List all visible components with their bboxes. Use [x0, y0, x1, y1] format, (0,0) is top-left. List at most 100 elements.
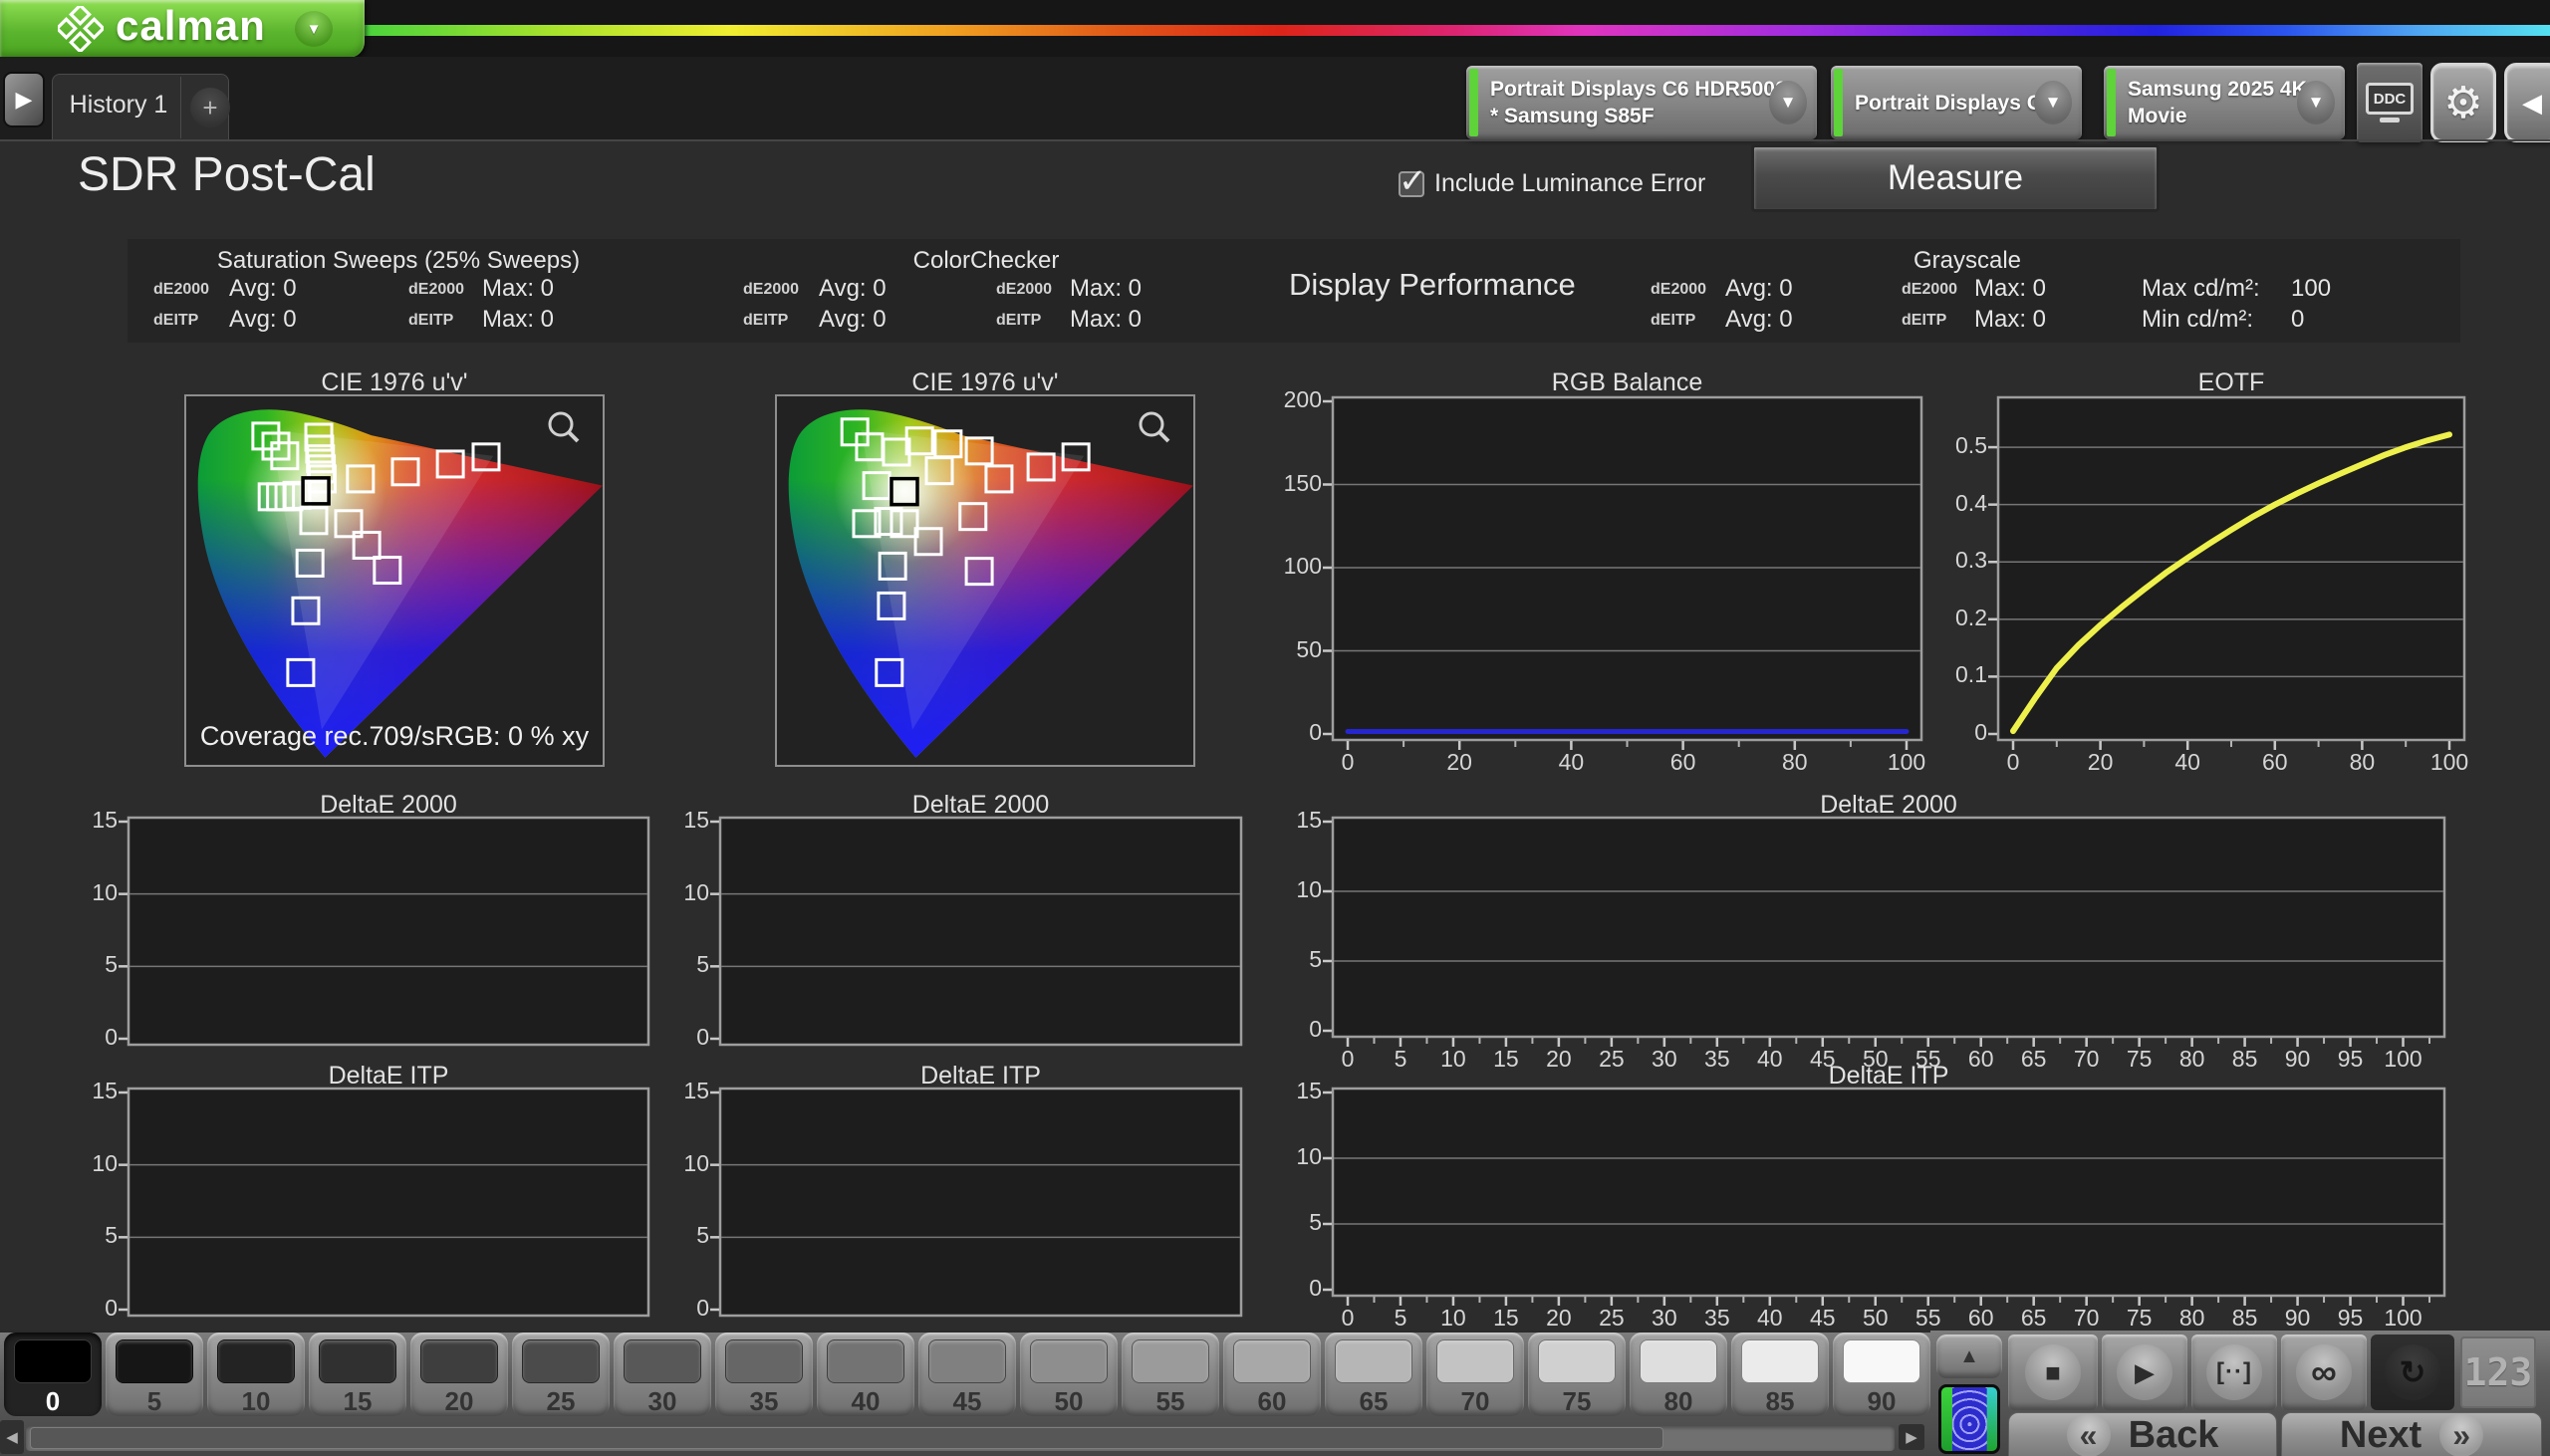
next-button[interactable]: Next » [2281, 1412, 2542, 1456]
grayscale-patch-25[interactable]: 25 [512, 1333, 610, 1416]
measure-button[interactable]: Measure [1751, 144, 2160, 212]
ddc-control-button[interactable]: DDC [2357, 63, 2422, 142]
axis-label: 60 [2240, 749, 2310, 776]
metric-label: dE2000 [408, 281, 464, 299]
axis-label: 0 [1238, 1016, 1322, 1043]
cie-1976-chart-colorchecker[interactable] [775, 394, 1195, 767]
play-icon: ▶ [2135, 1357, 2155, 1388]
grayscale-patch-55[interactable]: 55 [1122, 1333, 1219, 1416]
back-label: Back [2129, 1414, 2219, 1456]
infinity-icon: ∞ [2311, 1351, 2337, 1393]
patch-label: 70 [1426, 1386, 1524, 1417]
loop-icon: ↻ [2400, 1353, 2426, 1391]
axis-label: 40 [1536, 749, 1606, 776]
patch-swatch [1030, 1339, 1108, 1383]
grayscale-patch-20[interactable]: 20 [410, 1333, 508, 1416]
axis-label: 100 [1872, 749, 1941, 776]
metric-label: dE2000 [1651, 281, 1706, 299]
chevron-down-icon[interactable]: ▼ [295, 11, 333, 47]
cie-1976-chart-saturation[interactable] [184, 394, 605, 767]
metric-label: dEITP [153, 312, 198, 330]
chevron-down-icon[interactable]: ▼ [2297, 81, 2335, 124]
scroll-right-button[interactable]: ▶ [1899, 1424, 1924, 1450]
deitp-chart-saturation [128, 1088, 649, 1317]
axis-label: 10 [1238, 876, 1322, 903]
grayscale-patch-80[interactable]: 80 [1630, 1333, 1727, 1416]
back-button[interactable]: « Back [2008, 1412, 2277, 1456]
grayscale-patch-30[interactable]: 30 [614, 1333, 711, 1416]
include-luminance-checkbox[interactable]: ✓ [1399, 171, 1424, 197]
metric-label: dE2000 [153, 281, 209, 299]
grayscale-patch-10[interactable]: 10 [207, 1333, 305, 1416]
add-tab-button[interactable]: + [190, 88, 230, 127]
history-nav-button[interactable]: ▶ [3, 72, 45, 127]
patch-swatch [1132, 1339, 1209, 1383]
eotf-chart [1997, 396, 2465, 741]
patch-label: 5 [106, 1386, 203, 1417]
patch-swatch [420, 1339, 498, 1383]
metric-label: dEITP [1902, 312, 1946, 330]
meter-dropdown-primary[interactable]: Portrait Displays C6 HDR5000 * Samsung S… [1466, 66, 1817, 139]
grayscale-patch-90[interactable]: 90 [1833, 1333, 1930, 1416]
grayscale-patch-50[interactable]: 50 [1020, 1333, 1118, 1416]
pattern-counter: 123 [2460, 1336, 2536, 1408]
tab-history-1[interactable]: History 1 [65, 91, 172, 120]
axis-label: 5 [626, 951, 709, 978]
grayscale-patch-70[interactable]: 70 [1426, 1333, 1524, 1416]
max-luminance-value: 100 [2291, 275, 2331, 303]
patch-swatch [725, 1339, 803, 1383]
source-dropdown[interactable]: Samsung 2025 4K Movie ▼ [2104, 66, 2345, 139]
patch-label: 0 [4, 1386, 102, 1417]
de2000-chart-colorchecker [719, 817, 1242, 1046]
axis-label: 15 [1238, 807, 1322, 834]
meter-dropdown-secondary[interactable]: Portrait Displays G1 ▼ [1831, 66, 2082, 139]
loop-mode-button[interactable]: ↻ [2371, 1335, 2454, 1410]
chart-title-cie-saturation: CIE 1976 u'v' [184, 368, 605, 397]
step-range-button[interactable]: [··] [2191, 1335, 2277, 1410]
stat-value: Avg: 0 [819, 275, 887, 303]
tab-divider [180, 77, 181, 138]
play-button[interactable]: ▶ [2102, 1335, 2187, 1410]
axis-label: 15 [626, 807, 709, 834]
settings-button[interactable]: ⚙ [2430, 63, 2496, 142]
rgb-balance-chart [1332, 396, 1922, 741]
display-performance-label: Display Performance [1289, 267, 1576, 303]
axis-label: 0 [1904, 719, 1987, 746]
collapse-panel-button[interactable]: ◀ [2504, 63, 2550, 142]
axis-label: 150 [1238, 470, 1322, 497]
axis-label: 5 [34, 1222, 118, 1249]
axis-label: 100 [2415, 749, 2484, 776]
grayscale-patch-60[interactable]: 60 [1223, 1333, 1321, 1416]
stat-value: Avg: 0 [229, 306, 297, 334]
max-luminance-label: Max cd/m²: [2142, 275, 2260, 303]
grayscale-patch-45[interactable]: 45 [918, 1333, 1016, 1416]
chart-title-de2000: DeltaE 2000 [719, 791, 1242, 820]
scroll-left-button[interactable]: ◀ [0, 1420, 24, 1454]
chevron-down-icon[interactable]: ▼ [1769, 81, 1807, 124]
chevron-up-icon: ▲ [1959, 1345, 1979, 1368]
axis-label: 5 [34, 951, 118, 978]
patch-label: 35 [715, 1386, 813, 1417]
min-luminance-label: Min cd/m²: [2142, 306, 2253, 334]
patch-scrollbar-thumb[interactable] [30, 1427, 1663, 1449]
grayscale-patch-0[interactable]: 0 [4, 1333, 102, 1416]
chevron-down-icon[interactable]: ▼ [2034, 81, 2072, 124]
grayscale-patch-75[interactable]: 75 [1528, 1333, 1626, 1416]
stat-value: Max: 0 [1974, 306, 2046, 334]
stop-button[interactable]: ■ [2008, 1335, 2098, 1410]
next-label: Next [2340, 1414, 2422, 1456]
collapse-strip-button[interactable]: ▲ [1936, 1335, 2002, 1378]
pattern-window-thumbnail[interactable] [1938, 1384, 2000, 1454]
grayscale-patch-40[interactable]: 40 [817, 1333, 914, 1416]
metric-label: dE2000 [996, 281, 1052, 299]
grayscale-patch-35[interactable]: 35 [715, 1333, 813, 1416]
calman-menu-button[interactable]: calman ▼ [0, 0, 365, 58]
grayscale-patch-85[interactable]: 85 [1731, 1333, 1829, 1416]
axis-label: 0 [626, 1024, 709, 1051]
stat-value: Max: 0 [1070, 306, 1142, 334]
continuous-mode-button[interactable]: ∞ [2281, 1335, 2367, 1410]
grayscale-patch-65[interactable]: 65 [1325, 1333, 1422, 1416]
grayscale-patch-5[interactable]: 5 [106, 1333, 203, 1416]
grayscale-patch-15[interactable]: 15 [309, 1333, 406, 1416]
axis-label: 0.5 [1904, 432, 1987, 459]
